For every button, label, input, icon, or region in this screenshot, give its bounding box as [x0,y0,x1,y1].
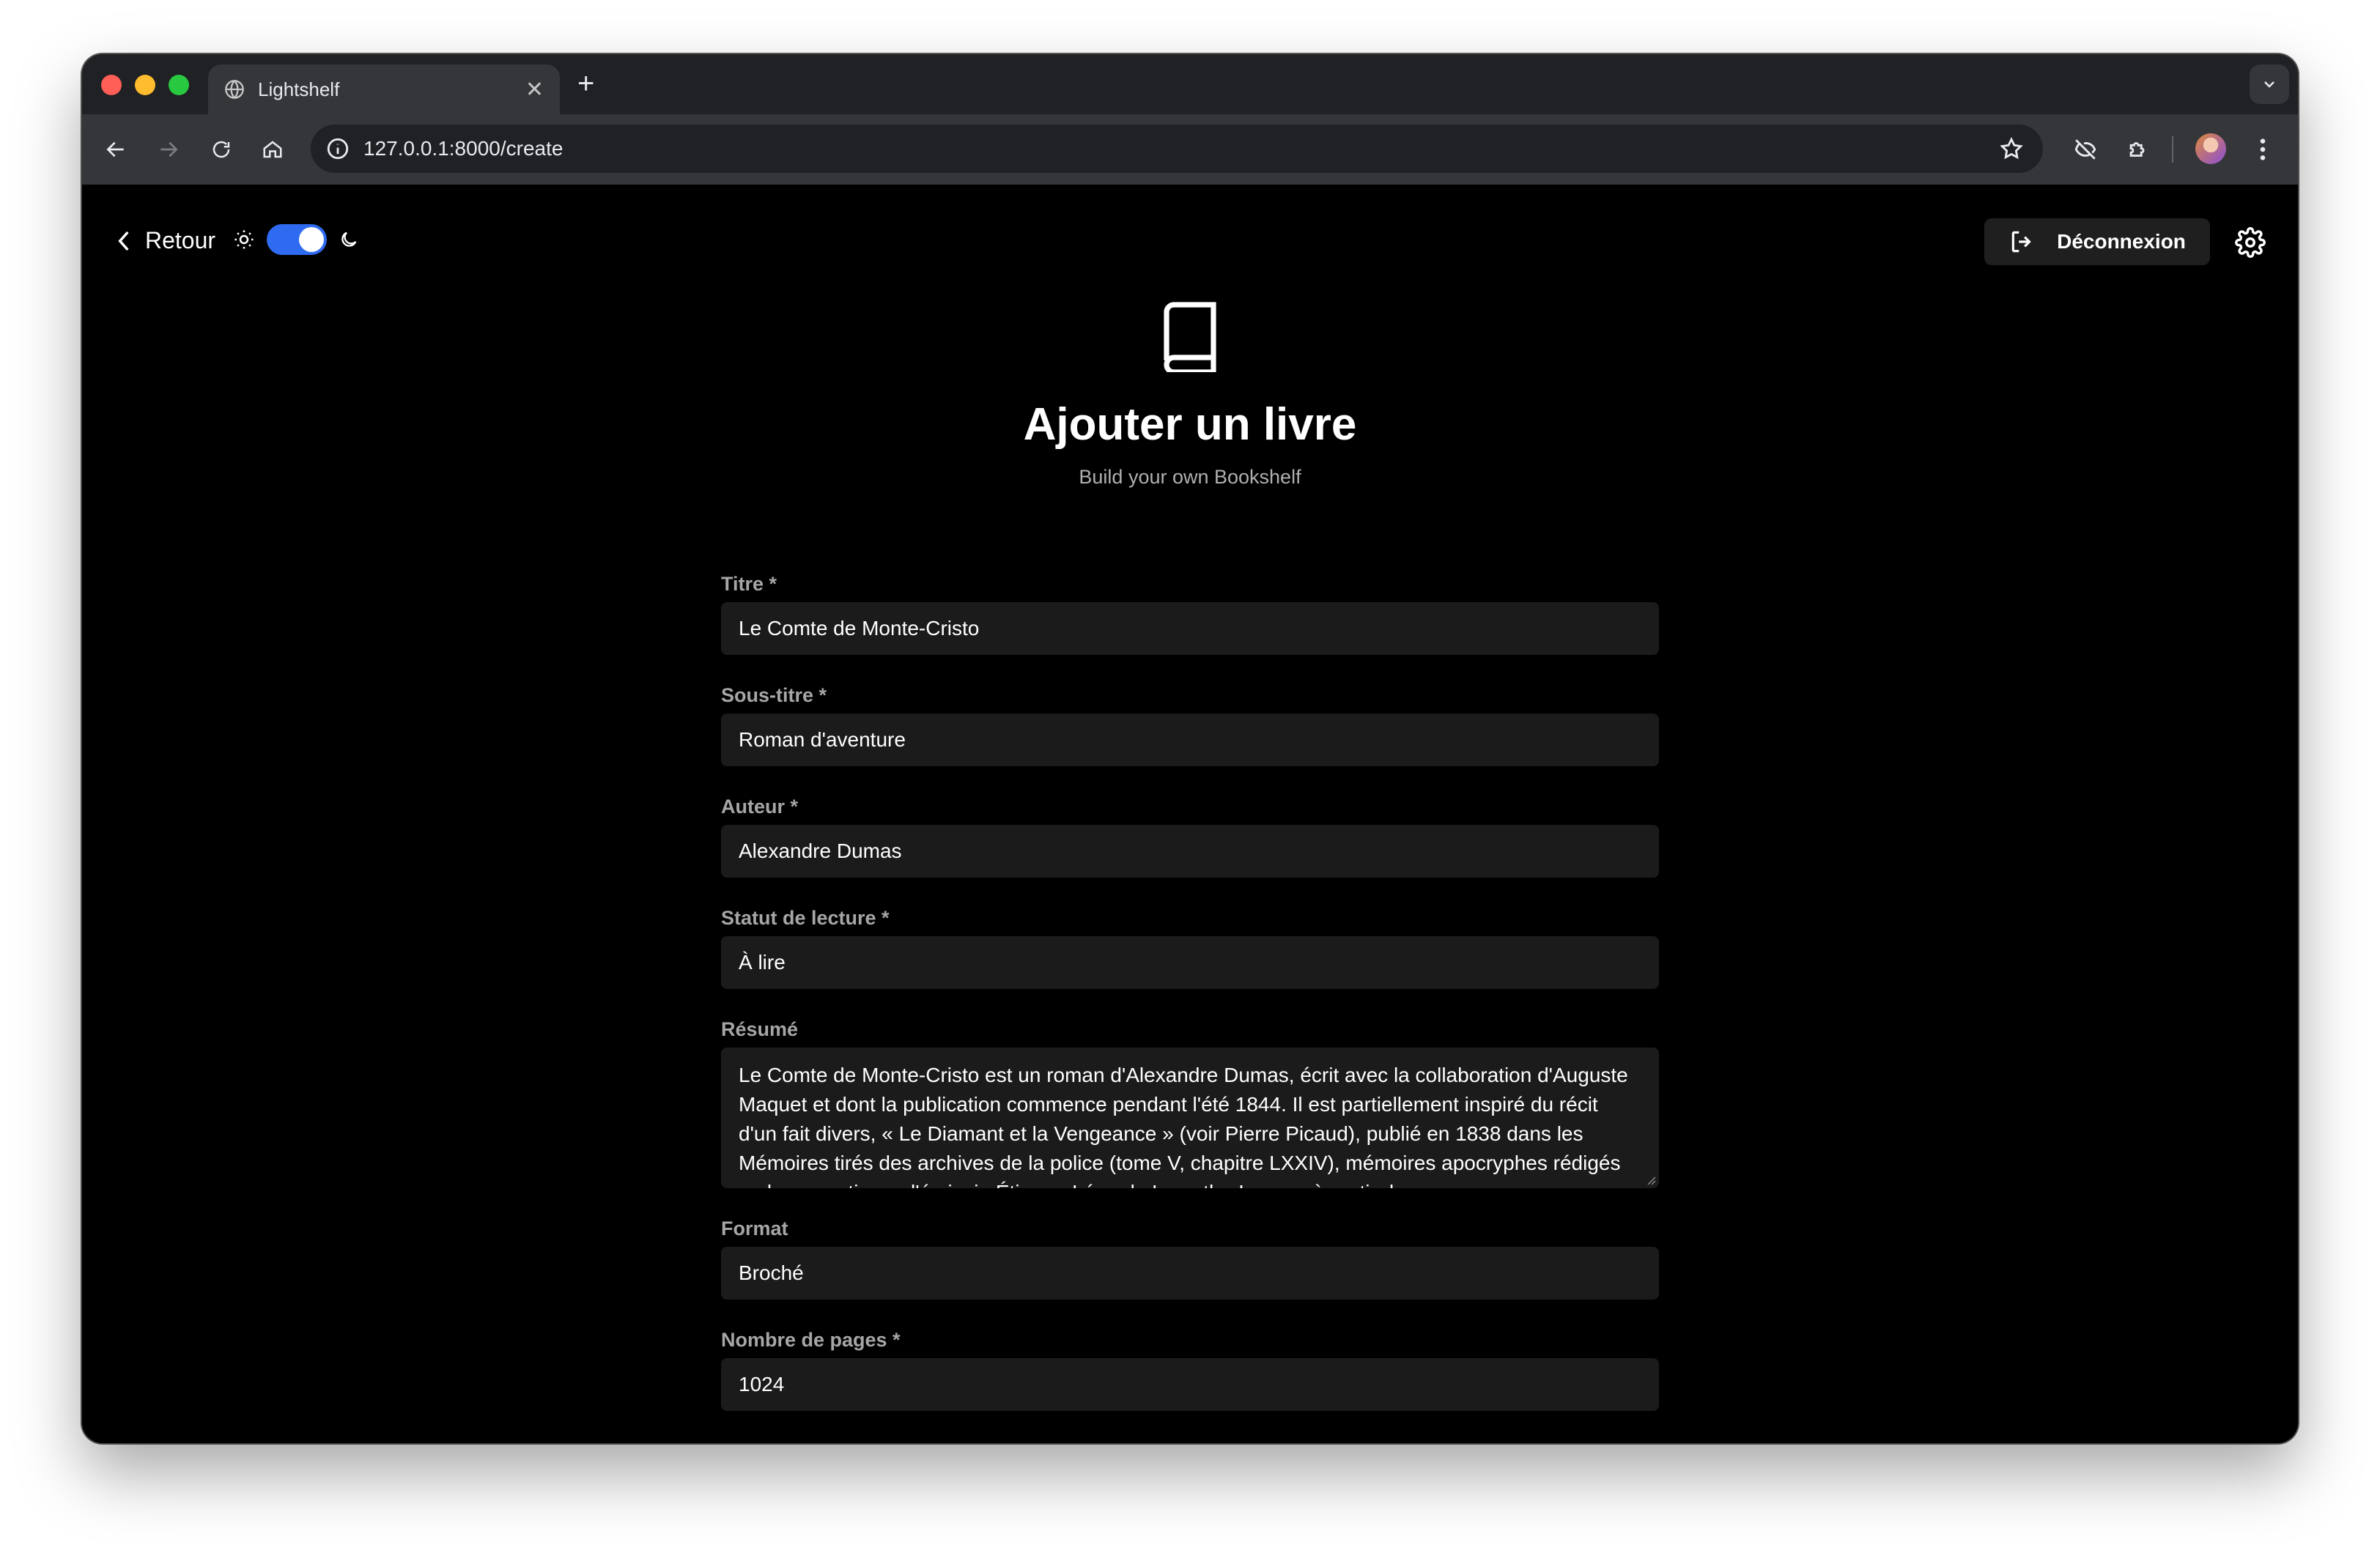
field-statut: Statut de lecture * À lire [721,907,1659,989]
extension-button[interactable] [2069,133,2102,166]
page-content: Retour Déconnexion Ajouter un livre Buil… [82,185,2298,1443]
back-nav-button[interactable] [101,135,130,164]
theme-toggle [233,224,359,255]
browser-toolbar: 127.0.0.1:8000/create [82,114,2298,185]
site-info-icon[interactable] [325,136,350,161]
auteur-input[interactable]: Alexandre Dumas [721,825,1659,878]
format-select[interactable]: Broché [721,1247,1659,1300]
close-tab-icon[interactable]: ✕ [525,77,544,103]
eye-off-icon [2074,139,2096,160]
pages-label: Nombre de pages * [721,1329,901,1351]
field-format: Format Broché [721,1217,1659,1300]
field-titre: Titre * Le Comte de Monte-Cristo [721,573,1659,655]
minimize-window-button[interactable] [135,75,155,95]
sun-icon [234,230,254,249]
browser-menu-button[interactable] [2248,133,2277,166]
statut-select[interactable]: À lire [721,936,1659,989]
window-controls [101,75,189,95]
gear-icon [2235,227,2266,258]
tab-lightshelf[interactable]: Lightshelf ✕ [208,64,560,114]
extensions-button[interactable] [2122,133,2154,166]
tab-search-button[interactable] [2250,64,2289,104]
settings-button[interactable] [2235,227,2266,262]
logout-icon [2011,231,2031,253]
bookmark-star-icon[interactable] [1999,136,2024,161]
url-text: 127.0.0.1:8000/create [363,137,563,160]
titre-input[interactable]: Le Comte de Monte-Cristo [721,602,1659,655]
maximize-window-button[interactable] [169,75,189,95]
back-link[interactable]: Retour [114,227,215,254]
logout-label: Déconnexion [2057,230,2186,253]
home-icon [263,141,282,158]
sous-titre-input[interactable]: Roman d'aventure [721,714,1659,766]
back-label: Retour [145,227,216,253]
field-sous-titre: Sous-titre * Roman d'aventure [721,684,1659,766]
format-label: Format [721,1217,788,1239]
address-bar[interactable]: 127.0.0.1:8000/create [311,125,2043,173]
resume-text: Le Comte de Monte-Cristo est un roman d'… [739,1064,1628,1188]
chevron-down-icon [2264,81,2274,88]
new-tab-button[interactable]: + [577,67,594,100]
forward-nav-button[interactable] [154,135,183,164]
statut-label: Statut de lecture * [721,907,890,929]
reload-icon [212,141,230,158]
more-vertical-icon [2260,138,2266,160]
book-icon [1164,302,1216,372]
titre-label: Titre * [721,573,777,595]
page-subtitle: Build your own Bookshelf [1079,466,1301,488]
arrow-left-icon [106,141,124,157]
reload-button[interactable] [207,135,236,164]
puzzle-icon [2129,142,2145,157]
moon-icon [341,231,357,247]
profile-avatar[interactable] [2195,133,2226,164]
field-resume: Résumé Le Comte de Monte-Cristo est un r… [721,1018,1659,1188]
tab-strip: Lightshelf ✕ + [82,54,2298,114]
resume-textarea[interactable]: Le Comte de Monte-Cristo est un roman d'… [721,1048,1659,1188]
resize-grip-icon[interactable] [1646,1175,1656,1185]
toolbar-divider [2172,136,2173,163]
resume-label: Résumé [721,1018,799,1040]
close-window-button[interactable] [101,75,122,95]
chevron-left-icon [118,231,129,251]
auteur-label: Auteur * [721,796,799,818]
field-auteur: Auteur * Alexandre Dumas [721,796,1659,878]
switch-knob [299,227,324,252]
browser-window: Lightshelf ✕ + 127.0.0.1:8000/create Ret… [82,54,2298,1443]
home-button[interactable] [258,135,287,164]
logout-button[interactable]: Déconnexion [1984,218,2210,265]
page-title: Ajouter un livre [1023,399,1357,450]
pages-input[interactable]: 1024 [721,1358,1659,1411]
globe-icon [225,80,244,99]
tab-title: Lightshelf [258,78,340,100]
field-pages: Nombre de pages * 1024 [721,1329,1659,1411]
sous-titre-label: Sous-titre * [721,684,827,706]
dark-mode-switch[interactable] [267,224,327,255]
arrow-right-icon [160,141,178,157]
